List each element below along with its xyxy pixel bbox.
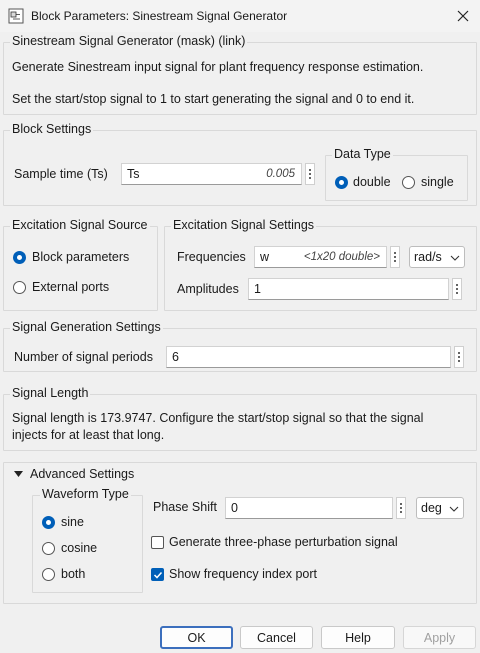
frequencies-input[interactable]: w <1x20 double> — [254, 246, 387, 268]
chevron-down-icon — [449, 506, 459, 512]
signal-periods-input[interactable]: 6 — [166, 346, 451, 368]
cancel-button[interactable]: Cancel — [240, 626, 313, 649]
waveform-sine-radio[interactable] — [42, 516, 55, 529]
frequencies-hint: <1x20 double> — [303, 251, 380, 263]
ok-button[interactable]: OK — [160, 626, 233, 649]
data-type-double-radio[interactable] — [335, 176, 348, 189]
advanced-settings-toggle[interactable]: Advanced Settings — [12, 466, 140, 482]
excitation-source-legend: Excitation Signal Source — [10, 218, 150, 232]
three-phase-checkbox[interactable] — [151, 536, 164, 549]
close-icon — [457, 10, 469, 22]
window-title: Block Parameters: Sinestream Signal Gene… — [31, 9, 288, 23]
amplitudes-menu-button[interactable] — [452, 278, 462, 300]
signal-periods-menu-button[interactable] — [454, 346, 464, 368]
signal-generation-legend: Signal Generation Settings — [10, 320, 163, 334]
chevron-down-icon — [450, 255, 460, 261]
sample-time-hint: 0.005 — [266, 168, 295, 180]
data-type-single-radio[interactable] — [402, 176, 415, 189]
phase-shift-menu-button[interactable] — [396, 497, 406, 519]
waveform-cosine-radio[interactable] — [42, 542, 55, 555]
source-block-parameters-radio[interactable] — [13, 251, 26, 264]
waveform-type-legend: Waveform Type — [40, 487, 131, 501]
close-button[interactable] — [451, 5, 475, 27]
checkmark-icon — [153, 571, 163, 579]
source-external-ports-label: External ports — [32, 280, 110, 294]
data-type-legend: Data Type — [332, 147, 393, 161]
frequency-index-port-checkbox[interactable] — [151, 568, 164, 581]
waveform-cosine-label: cosine — [61, 541, 98, 555]
frequencies-label: Frequencies — [177, 250, 246, 264]
triangle-down-icon — [14, 471, 23, 477]
simulink-app-icon — [8, 8, 24, 24]
phase-unit-select[interactable]: deg — [416, 497, 464, 519]
waveform-both-radio[interactable] — [42, 568, 55, 581]
source-block-parameters-label: Block parameters — [32, 250, 130, 264]
sample-time-label: Sample time (Ts) — [14, 167, 108, 181]
waveform-both-label: both — [61, 567, 86, 581]
signal-length-line-2: injects for at least that long. — [12, 428, 165, 442]
frequency-index-port-label: Show frequency index port — [169, 567, 318, 581]
excitation-source-group — [3, 226, 158, 311]
sample-time-menu-button[interactable] — [305, 163, 315, 185]
mask-title: Sinestream Signal Generator (mask) (link… — [10, 34, 248, 48]
three-phase-label: Generate three-phase perturbation signal — [169, 535, 398, 549]
data-type-single-label: single — [421, 175, 454, 189]
phase-shift-label: Phase Shift — [153, 500, 217, 514]
amplitudes-input[interactable]: 1 — [248, 278, 449, 300]
block-settings-legend: Block Settings — [10, 122, 94, 136]
signal-periods-label: Number of signal periods — [14, 350, 153, 364]
advanced-settings-label: Advanced Settings — [30, 467, 135, 481]
apply-button[interactable]: Apply — [403, 626, 476, 649]
sample-time-input[interactable]: Ts 0.005 — [121, 163, 302, 185]
phase-shift-input[interactable]: 0 — [225, 497, 393, 519]
signal-length-line-1: Signal length is 173.9747. Configure the… — [12, 411, 424, 425]
help-button[interactable]: Help — [321, 626, 395, 649]
frequencies-menu-button[interactable] — [390, 246, 400, 268]
description-line-2: Set the start/stop signal to 1 to start … — [12, 92, 415, 106]
signal-length-legend: Signal Length — [10, 386, 91, 400]
waveform-sine-label: sine — [61, 515, 84, 529]
frequency-unit-select[interactable]: rad/s — [409, 246, 465, 268]
source-external-ports-radio[interactable] — [13, 281, 26, 294]
amplitudes-label: Amplitudes — [177, 282, 239, 296]
excitation-settings-legend: Excitation Signal Settings — [171, 218, 317, 232]
description-line-1: Generate Sinestream input signal for pla… — [12, 60, 424, 74]
data-type-double-label: double — [353, 175, 391, 189]
